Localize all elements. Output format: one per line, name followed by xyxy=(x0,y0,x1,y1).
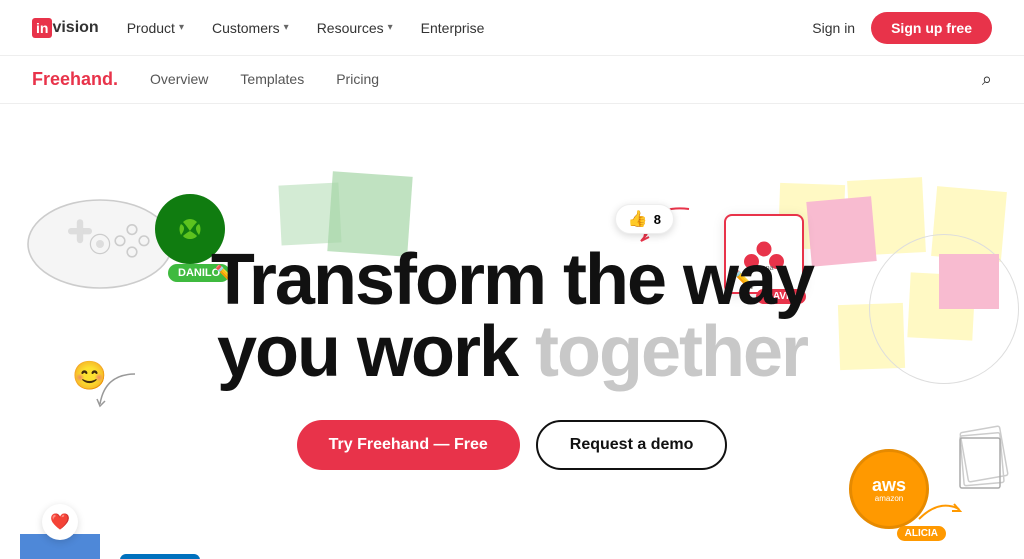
nav-resources[interactable]: Resources ▾ xyxy=(317,20,393,36)
hero-text-block: Transform the way you work together Try … xyxy=(162,244,862,470)
thumbs-up-icon: 👍 xyxy=(628,209,648,229)
nav-customers[interactable]: Customers ▾ xyxy=(212,20,289,36)
chevron-down-icon: ▾ xyxy=(179,22,184,33)
top-nav-left: invision Product ▾ Customers ▾ Resources… xyxy=(32,18,484,38)
hero-buttons: Try Freehand — Free Request a demo xyxy=(162,420,862,470)
nav-product[interactable]: Product ▾ xyxy=(127,20,184,36)
like-badge: 👍 8 xyxy=(615,204,674,234)
freehand-logo[interactable]: Freehand. xyxy=(32,69,118,90)
request-demo-button[interactable]: Request a demo xyxy=(536,420,728,470)
stacked-pages-icon xyxy=(954,424,1014,499)
hero-title: Transform the way you work together xyxy=(162,244,862,388)
emoji-icon: 😊 xyxy=(72,359,107,392)
top-nav: invision Product ▾ Customers ▾ Resources… xyxy=(0,0,1024,56)
amex-card: AM EX xyxy=(120,554,200,559)
pink-rect-decoration xyxy=(939,254,999,309)
sec-nav-pricing[interactable]: Pricing xyxy=(336,71,379,89)
sec-nav-overview[interactable]: Overview xyxy=(150,71,208,89)
top-nav-right: Sign in Sign up free xyxy=(812,12,992,44)
chevron-down-icon: ▾ xyxy=(388,22,393,33)
sign-in-link[interactable]: Sign in xyxy=(812,20,855,36)
chevron-down-icon: ▾ xyxy=(284,22,289,33)
nav-enterprise[interactable]: Enterprise xyxy=(421,20,485,36)
logo-vision: vision xyxy=(52,19,98,37)
secondary-nav: Freehand. Overview Templates Pricing ⌕ xyxy=(0,56,1024,104)
sign-up-button[interactable]: Sign up free xyxy=(871,12,992,44)
logo-in: in xyxy=(32,18,52,38)
search-icon[interactable]: ⌕ xyxy=(982,69,992,90)
like-count: 8 xyxy=(654,212,661,227)
secondary-nav-left: Freehand. Overview Templates Pricing xyxy=(32,69,379,90)
hero-section: DANILO ✏️ 😊 👍 8 asana DAVID xyxy=(0,104,1024,559)
try-freehand-button[interactable]: Try Freehand — Free xyxy=(297,420,520,470)
hero-title-highlight: together xyxy=(535,312,807,392)
heart-icon: ❤️ xyxy=(42,504,78,540)
alicia-label: ALICIA xyxy=(897,526,946,541)
invision-logo[interactable]: invision xyxy=(32,18,99,38)
sec-nav-templates[interactable]: Templates xyxy=(240,71,304,89)
gamepad-illustration xyxy=(20,184,180,309)
